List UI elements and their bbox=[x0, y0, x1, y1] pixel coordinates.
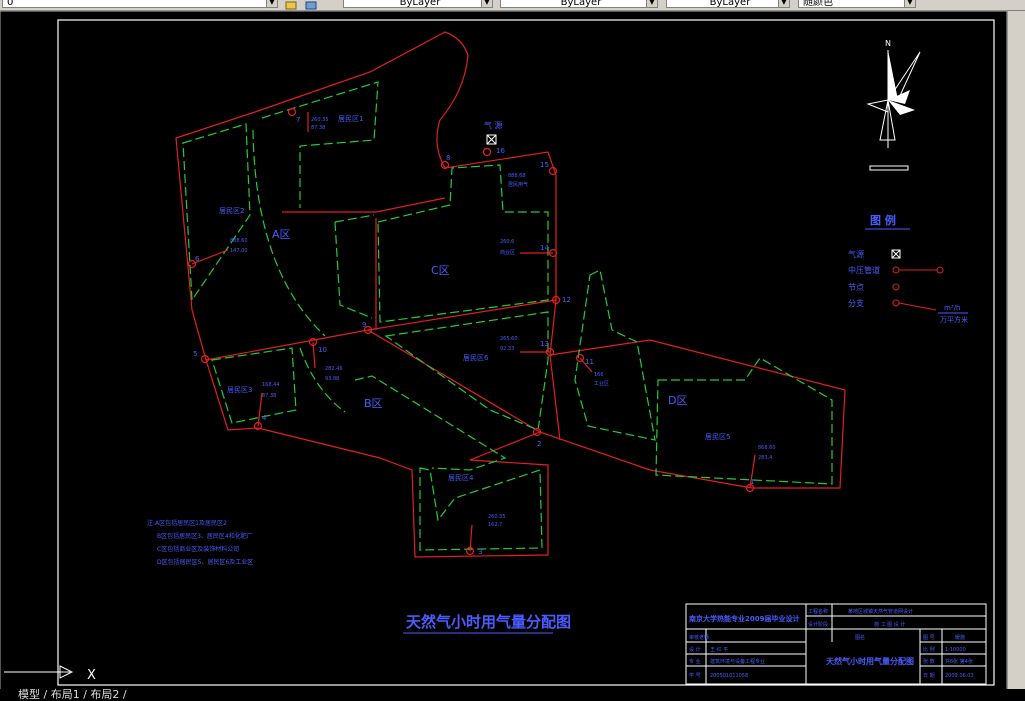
flow-label: 888.60 bbox=[230, 238, 248, 244]
flow-label: 168.44 bbox=[262, 382, 280, 388]
legend-flow-unit: m³/h bbox=[944, 304, 960, 312]
flow-label: 147.00 bbox=[230, 248, 248, 254]
node-label: 8 bbox=[446, 154, 450, 162]
tb-review-label: 审核老师 bbox=[689, 634, 709, 641]
flow-label: 92.33 bbox=[500, 346, 514, 352]
residential-3-label: 居民区3 bbox=[227, 386, 252, 394]
residential-4-label: 居民区4 bbox=[448, 474, 474, 482]
flow-label: 265.60 bbox=[500, 336, 518, 342]
flow-label: 居民用气 bbox=[508, 181, 528, 188]
flow-label: 260.35 bbox=[311, 117, 329, 123]
node-label: 11 bbox=[585, 358, 594, 366]
node-label: 3 bbox=[478, 548, 482, 556]
flow-label: 93.88 bbox=[325, 376, 339, 382]
branch-arrows bbox=[191, 112, 756, 552]
legend-title: 图 例 bbox=[870, 213, 896, 227]
ucs-x-label: X bbox=[87, 668, 96, 683]
drawing-title: 天然气小时用气量分配图 bbox=[406, 613, 571, 631]
tb-scale-label: 比 例 bbox=[923, 646, 935, 653]
tb-university: 南京大学热能专业2009届毕业设计 bbox=[689, 614, 799, 623]
flow-label: 166 bbox=[594, 372, 604, 378]
layout-tab-bar: 模型 / 布局1 / 布局2 / bbox=[0, 689, 1025, 701]
legend: 图 例 气源 中压管道 节点 分支 m³/h 万平方米 bbox=[848, 213, 968, 324]
tb-project-label: 工程名称 bbox=[808, 608, 828, 615]
node-label: 13 bbox=[540, 340, 549, 348]
note-line: D区包括居民区5、居民区6及工业区 bbox=[157, 558, 253, 566]
legend-gas-label: 气源 bbox=[848, 249, 864, 259]
flow-label: 282.46 bbox=[325, 366, 343, 372]
drawing-canvas[interactable]: 气 源 A区 B区 C区 D区 居民区1 居民区2 居民区3 居民区4 居民区5… bbox=[0, 0, 1008, 690]
node-label: 12 bbox=[562, 296, 571, 304]
node-label: 6 bbox=[195, 255, 200, 263]
flow-label: 868.60 bbox=[758, 445, 776, 451]
layout-tabs[interactable]: 模型 / 布局1 / 布局2 / bbox=[18, 689, 127, 701]
north-arrow: N bbox=[866, 39, 921, 171]
flow-label: 260.35 bbox=[488, 514, 506, 520]
tab-labels: 模型 / 布局1 / 布局2 / bbox=[18, 688, 127, 701]
legend-area-unit: 万平方米 bbox=[940, 315, 968, 324]
note-line: B区包括居民区3、居民区4和化肥厂 bbox=[157, 532, 253, 540]
node-label: 4 bbox=[262, 414, 267, 422]
tb-drawing-name: 天然气小时用气量分配图 bbox=[826, 656, 914, 666]
residential-6-label: 居民区6 bbox=[463, 354, 489, 362]
flow-label: 工业区 bbox=[594, 380, 609, 387]
node-label: 1 bbox=[750, 478, 754, 486]
north-label: N bbox=[885, 39, 891, 48]
tb-sheets-label: 张 数 bbox=[923, 658, 935, 665]
flow-label: 商业区 bbox=[500, 249, 515, 256]
node-label: 5 bbox=[193, 350, 197, 358]
gas-source-label: 气 源 bbox=[484, 120, 503, 130]
region-boundaries bbox=[175, 31, 846, 558]
node-label: 16 bbox=[496, 147, 505, 155]
flow-label: 87.38 bbox=[262, 393, 276, 399]
tb-student-id: 200501011058 bbox=[710, 673, 748, 679]
tb-design-label: 设 计 bbox=[689, 646, 701, 653]
node-7[interactable] bbox=[287, 107, 297, 117]
tb-drawing-name-label: 图名 bbox=[855, 634, 865, 641]
node-label: 15 bbox=[540, 161, 549, 169]
residential-1-label: 居民区1 bbox=[338, 115, 363, 123]
tb-sheets: 共6张 第4张 bbox=[945, 658, 973, 665]
legend-pipe-label: 中压管道 bbox=[848, 265, 880, 275]
note-line: 注:A区包括居民区1及居民区2 bbox=[147, 519, 227, 527]
zone-b-label: B区 bbox=[364, 397, 383, 410]
node-label: 14 bbox=[540, 244, 549, 252]
flow-label: 888.68 bbox=[508, 173, 526, 179]
tb-major: 建筑环境与设备工程专业 bbox=[710, 658, 765, 665]
zone-boundaries bbox=[182, 81, 833, 551]
residential-2-label: 居民区2 bbox=[219, 207, 244, 215]
tb-drawing-no-label: 图 号 bbox=[923, 635, 935, 641]
vertical-scrollbar[interactable] bbox=[1007, 11, 1025, 691]
flow-label: 162.7 bbox=[488, 522, 502, 528]
zone-c-label: C区 bbox=[431, 264, 450, 277]
tb-date: 2009.06.03 bbox=[945, 673, 974, 679]
flow-label: 260.6 bbox=[500, 239, 514, 245]
node-label: 10 bbox=[318, 346, 327, 354]
pipe-nodes bbox=[187, 107, 755, 556]
tb-scale: 1:10000 bbox=[945, 647, 966, 653]
tb-designer: 王 红 平 bbox=[710, 646, 728, 653]
ucs-icon: X bbox=[4, 665, 96, 683]
node-15[interactable] bbox=[548, 166, 558, 176]
flow-label: 283.4 bbox=[758, 455, 772, 461]
tb-date-label: 日 期 bbox=[923, 673, 935, 679]
tb-stage: 施 工 图 设 计 bbox=[874, 621, 905, 628]
zone-d-label: D区 bbox=[668, 394, 687, 407]
node-label: 7 bbox=[296, 116, 300, 124]
legend-node-label: 节点 bbox=[848, 283, 864, 292]
flow-label: 87.38 bbox=[311, 125, 325, 131]
tb-drawing-no: 暖施 bbox=[955, 634, 965, 641]
note-line: C区包括商业区及装饰材料公司 bbox=[157, 545, 239, 553]
tb-stage-label: 设计阶段 bbox=[808, 621, 828, 628]
node-label: 2 bbox=[537, 440, 541, 448]
tb-project-name: 某地区城镇天然气管道网设计 bbox=[848, 608, 913, 615]
tb-id-label: 学 号 bbox=[689, 672, 701, 679]
gas-source[interactable]: 气 源 bbox=[484, 120, 503, 145]
legend-branch-label: 分支 bbox=[848, 298, 864, 308]
node-16[interactable] bbox=[482, 147, 492, 157]
residential-5-label: 居民区5 bbox=[705, 433, 730, 441]
tb-major-label: 专 业 bbox=[689, 658, 701, 665]
zone-a-label: A区 bbox=[272, 228, 291, 241]
node-label: 9 bbox=[362, 321, 366, 329]
